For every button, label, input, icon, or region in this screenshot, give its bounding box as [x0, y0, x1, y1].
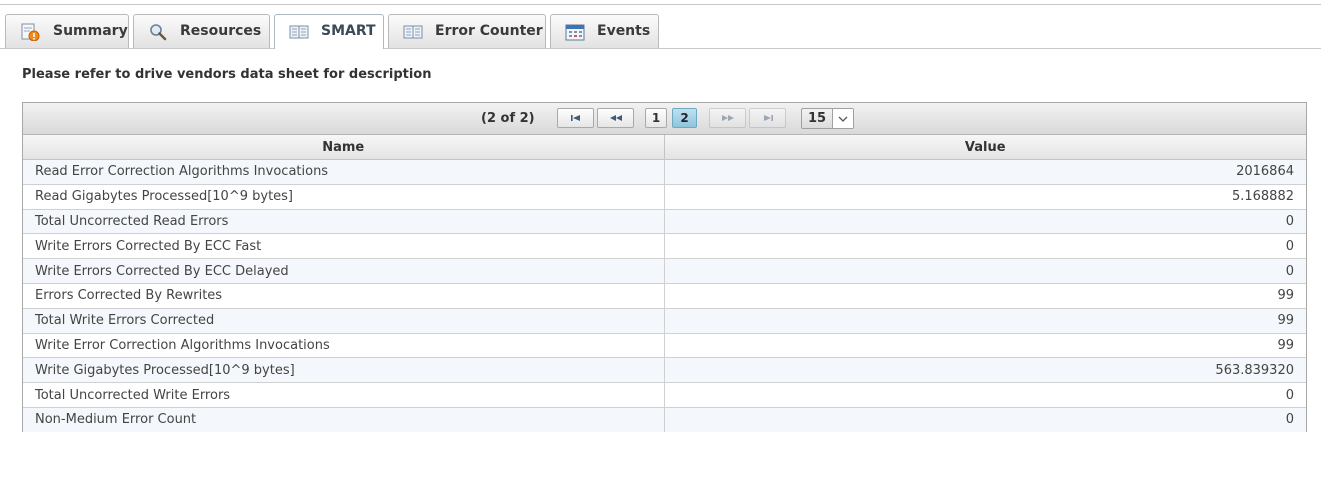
- cell-name: Read Gigabytes Processed[10^9 bytes]: [23, 183, 665, 210]
- cell-name: Write Error Correction Algorithms Invoca…: [23, 332, 665, 359]
- cell-name: Total Uncorrected Write Errors: [23, 382, 665, 408]
- table-header-row: Name Value: [23, 135, 1306, 160]
- cell-value: 99: [663, 282, 1306, 309]
- paginator: (2 of 2) 1 2 15: [23, 103, 1306, 135]
- tab-error-counter[interactable]: Error Counter: [388, 14, 546, 48]
- cell-value: 0: [663, 233, 1306, 260]
- table-row[interactable]: Write Errors Corrected By ECC Fast 0: [23, 233, 1306, 260]
- table-row[interactable]: Total Write Errors Corrected 99: [23, 307, 1306, 334]
- table-icon: [289, 25, 309, 39]
- page-indicator: (2 of 2): [481, 111, 535, 126]
- tab-label: SMART: [321, 23, 376, 39]
- tab-label: Resources: [180, 23, 262, 39]
- table-row[interactable]: Non-Medium Error Count 0: [23, 406, 1306, 432]
- next-page-icon: [721, 115, 734, 121]
- description-note: Please refer to drive vendors data sheet…: [22, 67, 432, 82]
- rows-per-page-value: 15: [808, 111, 827, 126]
- cell-value: 5.168882: [663, 183, 1306, 210]
- first-page-icon: [570, 115, 580, 121]
- smart-table: Name Value Read Error Correction Algorit…: [23, 135, 1306, 432]
- table-row[interactable]: Total Uncorrected Write Errors 0: [23, 382, 1306, 408]
- info-warning-icon: [21, 23, 40, 41]
- table-row[interactable]: Total Uncorrected Read Errors 0: [23, 208, 1306, 235]
- table-row[interactable]: Write Gigabytes Processed[10^9 bytes] 563…: [23, 357, 1306, 384]
- cell-name: Non-Medium Error Count: [23, 406, 665, 432]
- smart-data-table-panel: (2 of 2) 1 2 15 Name Value Read Error Co…: [22, 102, 1307, 432]
- tab-resources[interactable]: Resources: [133, 14, 270, 48]
- cell-name: Write Errors Corrected By ECC Fast: [23, 233, 665, 260]
- chevron-down-icon: [832, 109, 853, 128]
- rows-per-page-select[interactable]: 15: [801, 108, 854, 129]
- cell-value: 563.839320: [663, 357, 1306, 384]
- tab-bar: Summary Resources SMART Error Counter Ev…: [0, 5, 1321, 49]
- previous-page-icon: [609, 115, 622, 121]
- calendar-icon: [565, 24, 585, 41]
- tab-events[interactable]: Events: [550, 14, 659, 48]
- last-page-button[interactable]: [749, 108, 786, 128]
- cell-value: 99: [663, 332, 1306, 359]
- tab-smart[interactable]: SMART: [274, 14, 384, 49]
- table-row[interactable]: Read Gigabytes Processed[10^9 bytes] 5.16…: [23, 183, 1306, 210]
- column-header-name[interactable]: Name: [23, 135, 665, 160]
- page-1-button[interactable]: 1: [645, 108, 667, 128]
- first-page-button[interactable]: [557, 108, 594, 128]
- cell-name: Read Error Correction Algorithms Invocat…: [23, 159, 665, 185]
- cell-value: 0: [663, 406, 1306, 432]
- table-row[interactable]: Errors Corrected By Rewrites 99: [23, 282, 1306, 309]
- cell-value: 0: [663, 258, 1306, 284]
- previous-page-button[interactable]: [597, 108, 634, 128]
- tab-summary[interactable]: Summary: [5, 14, 129, 48]
- table-icon: [403, 25, 423, 39]
- cell-value: 99: [663, 307, 1306, 334]
- tab-label: Error Counter: [435, 23, 543, 39]
- magnifier-icon: [150, 24, 167, 41]
- table-row[interactable]: Read Error Correction Algorithms Invocat…: [23, 159, 1306, 185]
- cell-value: 0: [663, 208, 1306, 235]
- tab-label: Events: [597, 23, 651, 39]
- page-2-button[interactable]: 2: [672, 108, 697, 128]
- last-page-icon: [763, 115, 773, 121]
- cell-name: Errors Corrected By Rewrites: [23, 282, 665, 309]
- cell-value: 0: [663, 382, 1306, 408]
- table-row[interactable]: Write Error Correction Algorithms Invoca…: [23, 332, 1306, 359]
- cell-name: Total Uncorrected Read Errors: [23, 208, 665, 235]
- cell-name: Write Gigabytes Processed[10^9 bytes]: [23, 357, 665, 384]
- tab-label: Summary: [53, 23, 128, 39]
- next-page-button[interactable]: [709, 108, 746, 128]
- column-header-value[interactable]: Value: [663, 135, 1306, 160]
- cell-name: Write Errors Corrected By ECC Delayed: [23, 258, 665, 284]
- cell-value: 2016864: [663, 159, 1306, 185]
- cell-name: Total Write Errors Corrected: [23, 307, 665, 334]
- table-row[interactable]: Write Errors Corrected By ECC Delayed 0: [23, 258, 1306, 284]
